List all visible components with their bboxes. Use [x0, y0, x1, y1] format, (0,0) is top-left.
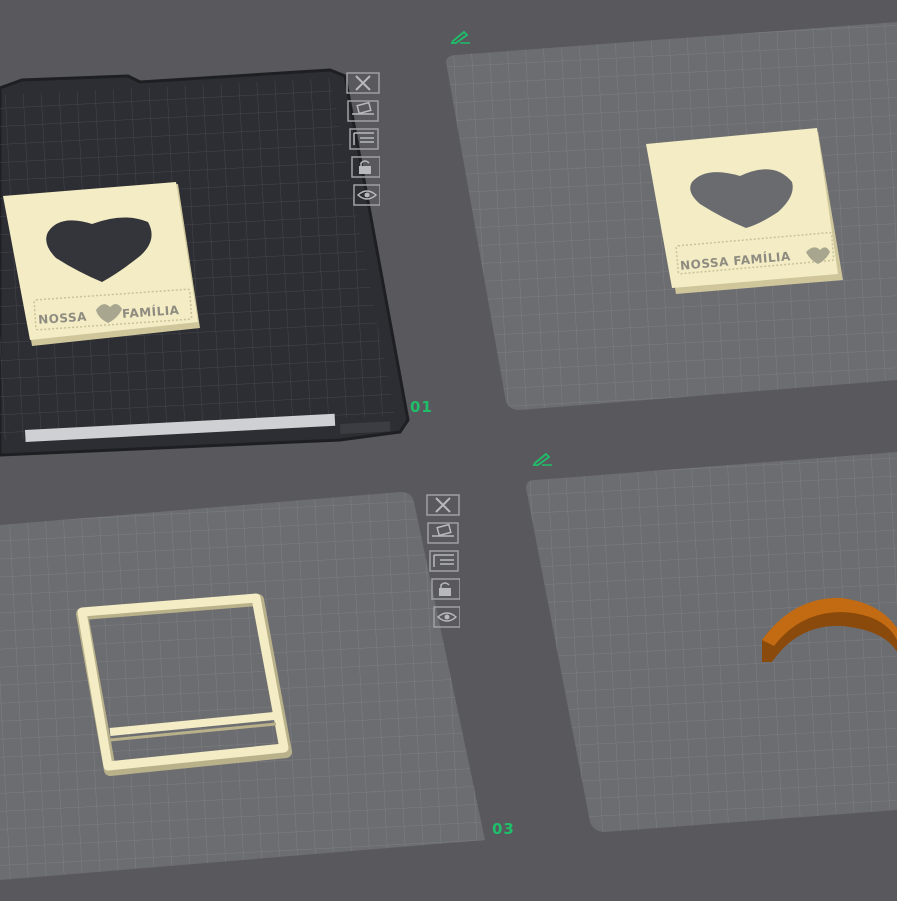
plate-3-bed[interactable] [0, 492, 485, 880]
plate-3-tool-column [426, 494, 466, 634]
layout-icon[interactable] [426, 550, 460, 572]
visibility-icon[interactable] [426, 606, 460, 628]
layout-icon[interactable] [346, 128, 380, 150]
visibility-icon[interactable] [346, 184, 380, 206]
close-plate-icon[interactable] [346, 72, 380, 94]
plate-2-edit-pencil-icon[interactable] [450, 30, 472, 44]
plate-4-bed[interactable] [526, 452, 897, 832]
plate-2-photo-frame-model[interactable] [646, 128, 843, 294]
plate-3-number-label: 03 [492, 820, 515, 838]
plate-1-tool-column [346, 72, 386, 212]
plate-workspace-viewport[interactable]: NOSSA FAMÍLIA NOSSA FAMÍLIA 01 03 [0, 0, 897, 897]
lock-icon[interactable] [426, 578, 460, 600]
lock-icon[interactable] [346, 156, 380, 178]
auto-arrange-icon[interactable] [426, 522, 460, 544]
close-plate-icon[interactable] [426, 494, 460, 516]
plate-1-number-label: 01 [410, 398, 433, 416]
viewport-canvas [0, 22, 897, 880]
auto-arrange-icon[interactable] [346, 100, 380, 122]
plate-4-edit-pencil-icon[interactable] [532, 452, 554, 466]
